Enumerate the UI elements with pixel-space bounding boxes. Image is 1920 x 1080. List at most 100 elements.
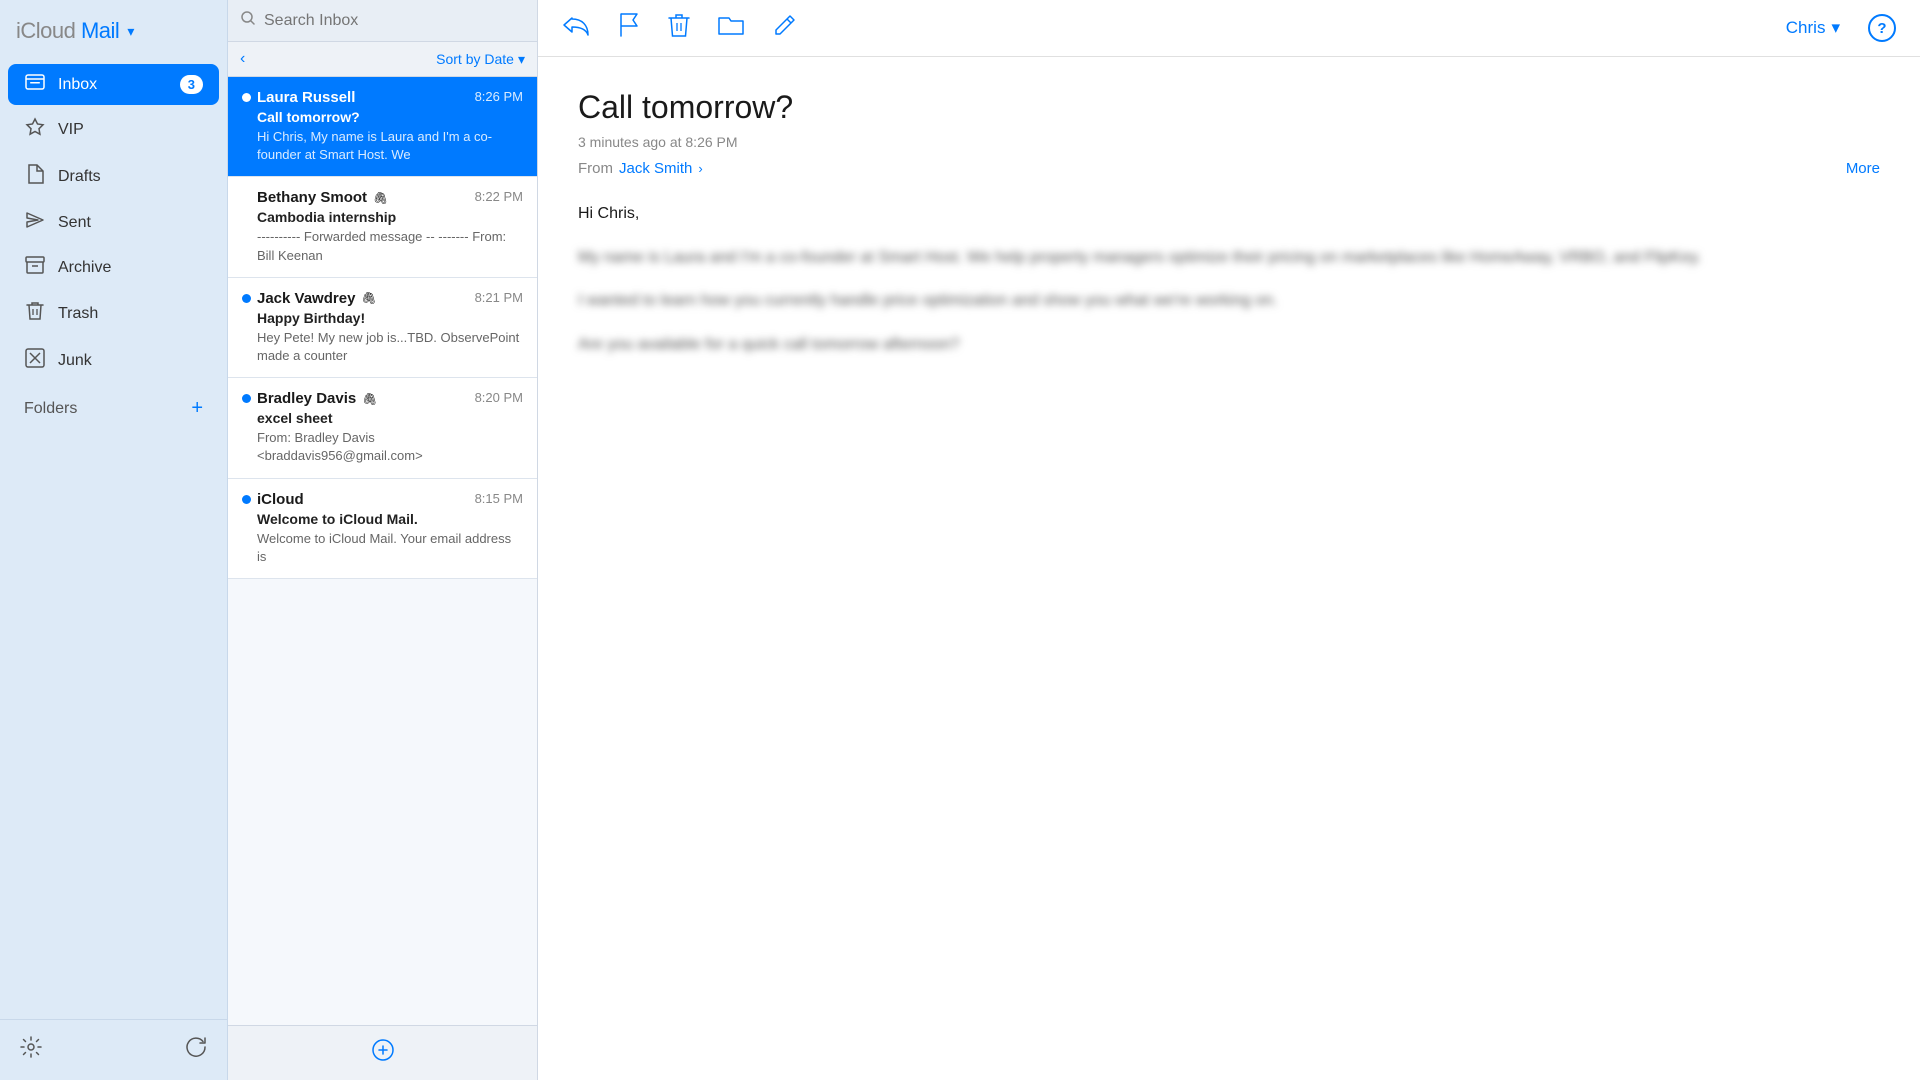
sidebar-item-sent[interactable]: Sent [8,201,219,244]
add-folder-button[interactable]: + [191,397,203,420]
email-content: Call tomorrow? 3 minutes ago at 8:26 PM … [538,57,1920,1080]
unread-indicator [242,394,251,403]
back-button[interactable]: ‹ [240,50,245,68]
email-from-row: From Jack Smith › More [578,160,1880,177]
email-preview: ---------- Forwarded message -- ------- … [242,228,523,264]
email-time: 8:22 PM [475,189,523,204]
sidebar-item-junk[interactable]: Junk [8,338,219,383]
sent-icon [24,211,46,234]
email-item[interactable]: Bethany Smoot 🖇 8:22 PM Cambodia interns… [228,177,537,277]
email-time: 8:26 PM [475,89,523,104]
email-sender: iCloud [257,491,304,508]
unread-indicator [242,495,251,504]
email-from-info: From Jack Smith › [578,160,703,177]
attachment-icon: 🖇 [361,291,376,305]
delete-button[interactable] [668,12,690,44]
email-subject: Cambodia internship [242,209,523,225]
sidebar-item-archive[interactable]: Archive [8,246,219,289]
email-subject: Happy Birthday! [242,310,523,326]
email-preview: From: Bradley Davis <braddavis956@gmail.… [242,429,523,465]
sidebar-item-inbox[interactable]: Inbox 3 [8,64,219,105]
sort-button[interactable]: Sort by Date ▾ [436,51,525,68]
app-product: Mail [81,18,119,43]
from-arrow-icon[interactable]: › [698,161,702,176]
email-list-footer [228,1025,537,1080]
junk-icon [24,348,46,373]
drafts-icon [24,164,46,189]
email-time: 8:15 PM [475,491,523,506]
attachment-icon: 🖇 [373,191,388,205]
drafts-label: Drafts [58,168,203,186]
search-icon [240,10,256,31]
trash-label: Trash [58,305,203,323]
email-sender: Bradley Davis [257,390,356,407]
email-list: Laura Russell 8:26 PM Call tomorrow? Hi … [228,77,537,1025]
username-label: Chris [1786,18,1826,38]
email-item[interactable]: iCloud 8:15 PM Welcome to iCloud Mail. W… [228,479,537,579]
inbox-label: Inbox [58,76,168,94]
unread-indicator [242,294,251,303]
email-preview: Welcome to iCloud Mail. Your email addre… [242,530,523,566]
user-dropdown-icon: ▾ [1831,18,1840,38]
compose-button[interactable] [772,12,798,44]
from-name[interactable]: Jack Smith [619,160,692,177]
user-menu[interactable]: Chris ▾ [1786,18,1840,38]
email-time: 8:20 PM [475,390,523,405]
app-dropdown-icon[interactable]: ▾ [127,23,134,40]
email-toolbar: Chris ▾ ? [538,0,1920,57]
email-subject: excel sheet [242,410,523,426]
email-list-panel: ‹ Sort by Date ▾ Laura Russell 8:26 PM C… [228,0,538,1080]
sort-bar: ‹ Sort by Date ▾ [228,42,537,77]
reply-button[interactable] [562,14,590,42]
sort-label-text: Sort by Date [436,51,514,67]
junk-label: Junk [58,352,203,370]
email-time: 8:21 PM [475,290,523,305]
email-item[interactable]: Bradley Davis 🖇 8:20 PM excel sheet From… [228,378,537,478]
email-preview: Hi Chris, My name is Laura and I'm a co-… [242,128,523,164]
email-view-timestamp: 3 minutes ago at 8:26 PM [578,134,1880,150]
sort-chevron-icon: ▾ [518,51,525,68]
unread-indicator [242,93,251,102]
sidebar-item-vip[interactable]: VIP [8,107,219,152]
folders-label: Folders [24,400,179,418]
sidebar-item-trash[interactable]: Trash [8,291,219,336]
trash-icon [24,301,46,326]
sidebar-header: iCloud Mail ▾ [0,0,227,58]
search-bar [228,0,537,42]
archive-icon [24,256,46,279]
from-label: From [578,160,613,177]
email-subject: Welcome to iCloud Mail. [242,511,523,527]
inbox-badge: 3 [180,75,203,94]
vip-icon [24,117,46,142]
email-view-title: Call tomorrow? [578,89,1880,126]
sidebar: iCloud Mail ▾ Inbox 3 VIP [0,0,228,1080]
email-item[interactable]: Laura Russell 8:26 PM Call tomorrow? Hi … [228,77,537,177]
sidebar-footer [0,1019,227,1080]
email-subject: Call tomorrow? [242,109,523,125]
email-body: Hi Chris, My name is Laura and I'm a co-… [578,201,1880,357]
sidebar-nav: Inbox 3 VIP Drafts [0,58,227,1019]
email-item[interactable]: Jack Vawdrey 🖇 8:21 PM Happy Birthday! H… [228,278,537,378]
search-input[interactable] [264,12,525,30]
vip-label: VIP [58,121,203,139]
flag-button[interactable] [618,12,640,44]
email-sender: Bethany Smoot [257,189,367,206]
sidebar-item-drafts[interactable]: Drafts [8,154,219,199]
folders-section: Folders + [8,387,219,430]
help-icon: ? [1877,20,1886,37]
archive-label: Archive [58,259,203,277]
refresh-icon[interactable] [185,1036,207,1064]
filter-icon[interactable] [371,1038,395,1068]
inbox-icon [24,74,46,95]
more-button[interactable]: More [1846,160,1880,177]
move-button[interactable] [718,14,744,42]
email-view-panel: Chris ▾ ? Call tomorrow? 3 minutes ago a… [538,0,1920,1080]
help-button[interactable]: ? [1868,14,1896,42]
settings-icon[interactable] [20,1036,42,1064]
email-sender: Jack Vawdrey [257,290,355,307]
email-sender: Laura Russell [257,89,355,106]
app-logo: iCloud Mail [16,18,119,44]
email-body-line3: Are you available for a quick call tomor… [578,332,1880,358]
email-body-line1: My name is Laura and I'm a co-founder at… [578,245,1880,271]
email-greeting: Hi Chris, [578,201,1880,227]
